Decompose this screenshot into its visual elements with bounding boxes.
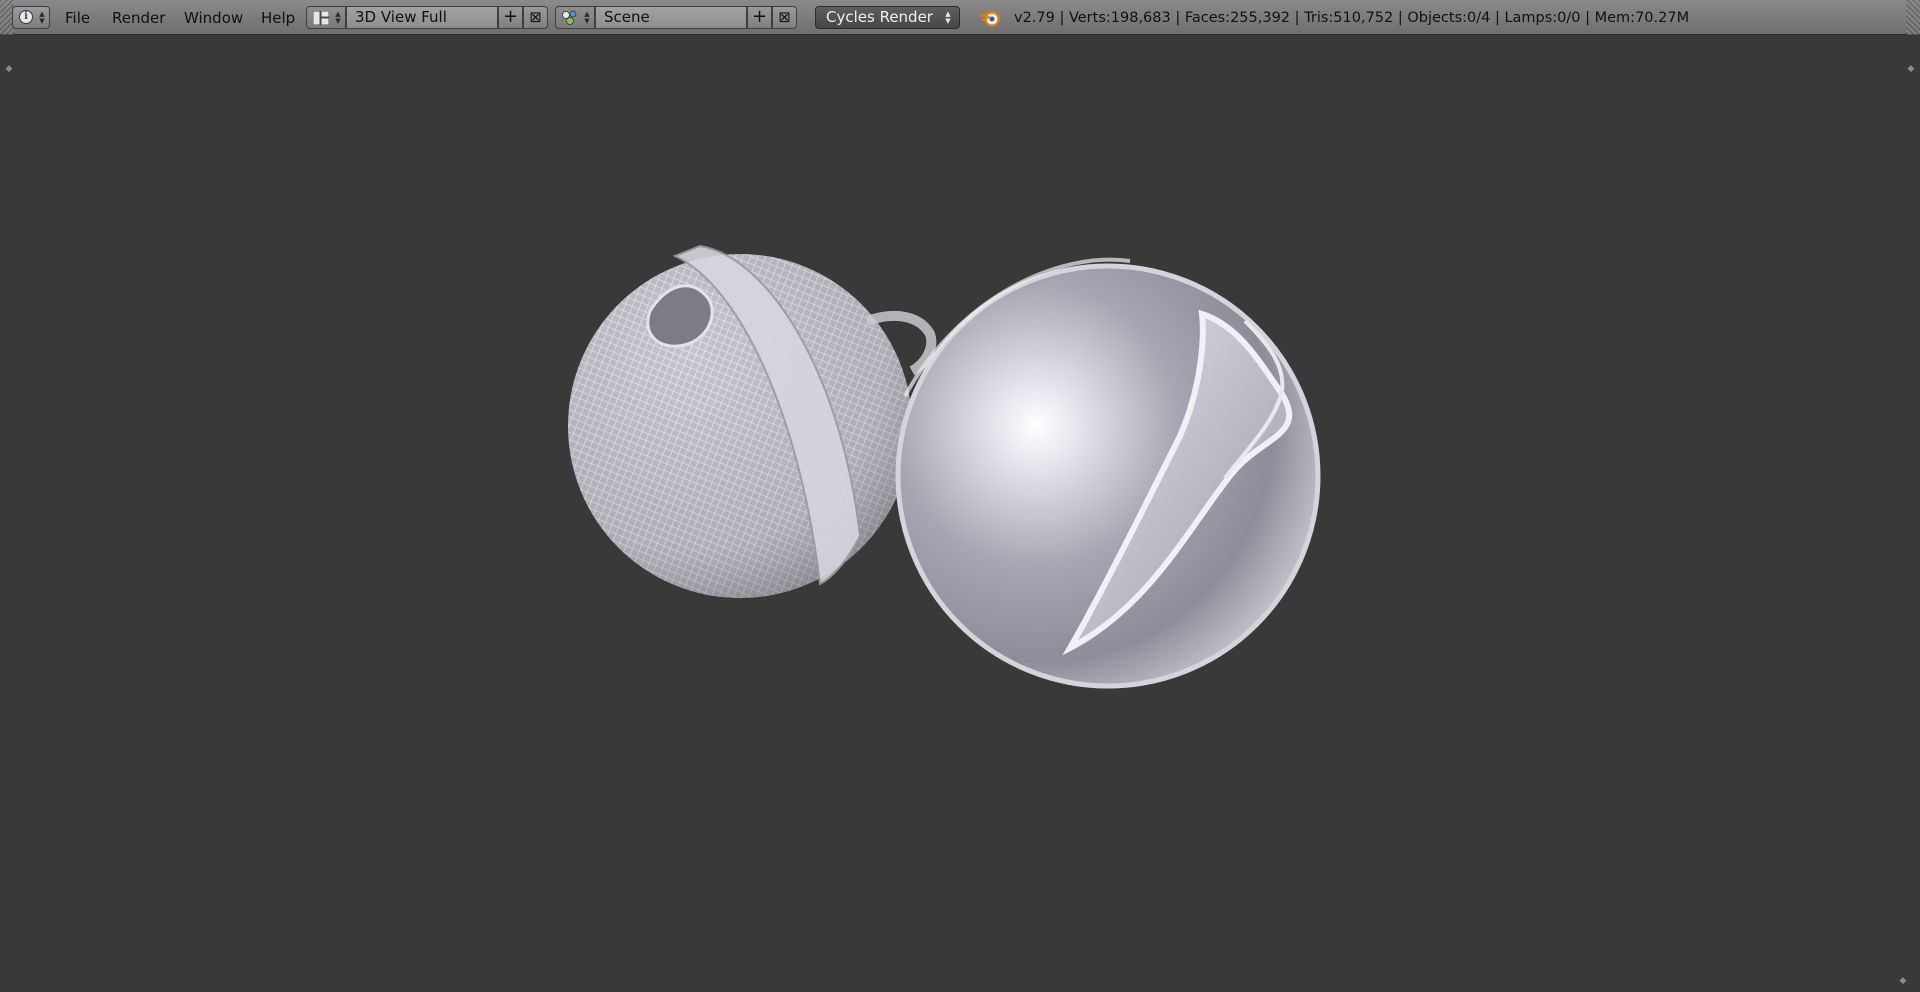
plus-icon: +	[751, 6, 768, 27]
3d-viewport[interactable]: ◆ ◆ ◆	[0, 36, 1920, 992]
add-screen-button[interactable]: +	[498, 6, 523, 29]
menu-file[interactable]: File	[65, 8, 90, 28]
scene-name-field[interactable]: Scene	[595, 6, 747, 29]
menu-window[interactable]: Window	[184, 8, 243, 28]
delete-screen-button[interactable]: ⊠	[523, 6, 548, 29]
rendered-spheres	[568, 244, 1321, 689]
scene-browse-button[interactable]: ▲ ▼	[555, 6, 595, 29]
area-corner-top-right[interactable]: ◆	[1906, 64, 1916, 74]
info-icon: i	[19, 10, 33, 24]
delete-scene-button[interactable]: ⊠	[772, 6, 797, 29]
scene-statistics: v2.79 | Verts:198,683 | Faces:255,392 | …	[1014, 10, 1690, 26]
chevron-updown-icon: ▲ ▼	[945, 10, 951, 25]
metal-sphere	[895, 257, 1321, 689]
area-split-handle-right[interactable]	[1906, 0, 1920, 35]
add-scene-button[interactable]: +	[747, 6, 772, 29]
scene-icon	[562, 10, 577, 25]
mesh-sphere	[568, 244, 937, 598]
menu-help[interactable]: Help	[261, 8, 295, 28]
plus-icon: +	[502, 6, 519, 27]
screen-layout-name-field[interactable]: 3D View Full	[346, 6, 498, 29]
screen-layout-browse-button[interactable]: ▲ ▼	[306, 6, 346, 29]
area-corner-bottom-right[interactable]: ◆	[1898, 976, 1908, 986]
chevron-updown-icon: ▲ ▼	[335, 10, 341, 25]
close-icon: ⊠	[529, 8, 542, 26]
screen-layout-icon	[313, 11, 329, 25]
info-header: i ▲ ▼ File Render Window Help ▲ ▼ 3D View …	[0, 0, 1920, 35]
chevron-updown-icon: ▲ ▼	[39, 10, 45, 25]
render-engine-dropdown[interactable]: Cycles Render ▲ ▼	[815, 6, 960, 29]
close-icon: ⊠	[778, 8, 791, 26]
chevron-updown-icon: ▲ ▼	[584, 10, 590, 25]
editor-type-button[interactable]: i ▲ ▼	[12, 6, 50, 29]
blender-logo-icon	[980, 11, 1000, 27]
render-engine-label: Cycles Render	[826, 8, 933, 26]
menu-render[interactable]: Render	[112, 8, 165, 28]
area-corner-top-left[interactable]: ◆	[4, 64, 14, 74]
